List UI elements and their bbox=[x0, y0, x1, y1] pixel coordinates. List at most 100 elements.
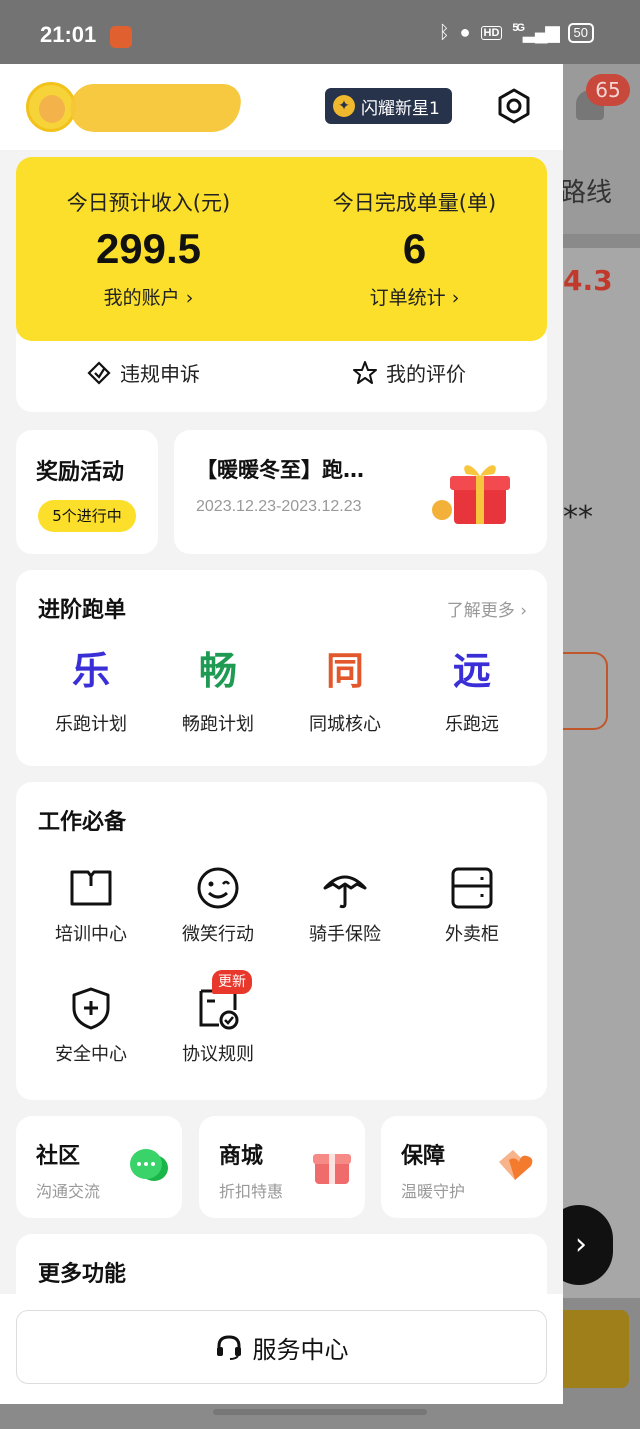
appeal-icon bbox=[87, 360, 111, 385]
learn-more-link[interactable]: 了解更多 › bbox=[447, 596, 527, 621]
advanced-orders-card: 进阶跑单 了解更多 › 乐 乐跑计划 畅 畅跑计划 同 同城核心 远 乐跑远 bbox=[16, 570, 547, 766]
home-indicator[interactable] bbox=[213, 1409, 427, 1415]
appeal-button[interactable]: 违规申诉 bbox=[86, 358, 200, 387]
agreement-rules-label: 协议规则 bbox=[182, 1044, 254, 1065]
umbrella-icon bbox=[323, 875, 367, 909]
app-notification-icon bbox=[110, 26, 132, 48]
rider-insurance-label: 骑手保险 bbox=[309, 924, 381, 945]
safety-center-item[interactable]: 安全中心 bbox=[31, 986, 151, 1066]
my-rating-label: 我的评价 bbox=[386, 362, 466, 386]
side-drawer: ✦ 闪耀新星1 违规申诉 我的评价 今日预计收入(元) 299.5 我的账户 ›… bbox=[0, 64, 563, 1404]
smile-action-label: 微笑行动 bbox=[182, 924, 254, 945]
income-label: 今日预计收入(元) bbox=[66, 191, 231, 215]
orders-column: 今日完成单量(单) 6 订单统计 › bbox=[282, 157, 547, 341]
appeal-rating-row: 违规申诉 我的评价 bbox=[16, 334, 547, 412]
signal-icon: 5G▂▄▆ bbox=[512, 22, 559, 42]
adv-item-yuan[interactable]: 远 乐跑远 bbox=[412, 648, 532, 736]
community-card[interactable]: 社区 沟通交流 bbox=[16, 1116, 182, 1218]
avatar[interactable] bbox=[26, 82, 76, 132]
background-route-text: 路线 bbox=[560, 178, 613, 208]
shield-icon bbox=[72, 987, 110, 1030]
orders-value: 6 bbox=[402, 225, 427, 272]
gift-icon bbox=[432, 465, 510, 524]
adv-tong-icon: 同 bbox=[325, 649, 364, 693]
level-badge[interactable]: ✦ 闪耀新星1 bbox=[325, 88, 452, 124]
promo-dates: 2023.12.23-2023.12.23 bbox=[196, 498, 362, 515]
safety-center-label: 安全中心 bbox=[55, 1044, 127, 1065]
adv-item-chang[interactable]: 畅 畅跑计划 bbox=[158, 648, 278, 736]
update-badge: 更新 bbox=[212, 970, 252, 994]
promo-title: 【暖暖冬至】跑… bbox=[196, 458, 364, 482]
service-center-label: 服务中心 bbox=[252, 1335, 349, 1364]
food-locker-label: 外卖柜 bbox=[445, 924, 499, 945]
adv-yuan-label: 乐跑远 bbox=[445, 714, 499, 735]
promo-banner[interactable]: 【暖暖冬至】跑… 2023.12.23-2023.12.23 bbox=[174, 430, 547, 554]
gift-box-icon bbox=[313, 1154, 351, 1184]
community-subtitle: 沟通交流 bbox=[36, 1182, 101, 1201]
smile-action-item[interactable]: 微笑行动 bbox=[158, 866, 278, 946]
smile-icon bbox=[197, 867, 239, 909]
protection-card[interactable]: 保障 温暖守护 bbox=[381, 1116, 547, 1218]
income-card: 今日预计收入(元) 299.5 我的账户 › 今日完成单量(单) 6 订单统计 … bbox=[16, 157, 547, 341]
battery-icon: 50 bbox=[567, 22, 594, 43]
locker-icon bbox=[451, 867, 493, 909]
drawer-header: ✦ 闪耀新星1 bbox=[0, 64, 563, 150]
reward-activity-card[interactable]: 奖励活动 5个进行中 bbox=[16, 430, 158, 554]
income-value: 299.5 bbox=[95, 225, 202, 272]
status-icons: ᛒ ● HD 5G▂▄▆ 50 bbox=[439, 22, 594, 43]
settings-icon[interactable] bbox=[496, 88, 532, 124]
headset-icon bbox=[216, 1335, 241, 1360]
book-icon bbox=[70, 870, 112, 906]
star-icon: ✦ bbox=[333, 95, 355, 117]
shop-card[interactable]: 商城 折扣特惠 bbox=[199, 1116, 365, 1218]
background-rating: 4.3 bbox=[563, 264, 613, 297]
background-outline-button bbox=[560, 652, 608, 730]
appeal-label: 违规申诉 bbox=[120, 362, 200, 386]
reward-count-badge: 5个进行中 bbox=[38, 500, 136, 532]
training-center-label: 培训中心 bbox=[55, 924, 127, 945]
heart-tag-icon bbox=[499, 1150, 533, 1180]
more-features-title: 更多功能 bbox=[38, 1262, 127, 1287]
community-title: 社区 bbox=[36, 1144, 81, 1169]
shop-subtitle: 折扣特惠 bbox=[219, 1182, 284, 1201]
level-badge-label: 闪耀新星1 bbox=[361, 98, 440, 119]
orders-label: 今日完成单量(单) bbox=[332, 191, 497, 215]
status-bar: 21:01 ᛒ ● HD 5G▂▄▆ 50 bbox=[0, 0, 640, 64]
work-essentials-card: 工作必备 培训中心 微笑行动 骑手保险 外卖柜 安全中心 协议规则 更新 bbox=[16, 782, 547, 1100]
notification-badge: 65 bbox=[586, 74, 630, 106]
adv-chang-icon: 畅 bbox=[198, 649, 237, 693]
adv-tong-label: 同城核心 bbox=[309, 714, 381, 735]
reward-title: 奖励活动 bbox=[36, 460, 125, 485]
order-stats-link[interactable]: 订单统计 › bbox=[282, 283, 547, 310]
shop-title: 商城 bbox=[219, 1144, 264, 1169]
rider-insurance-item[interactable]: 骑手保险 bbox=[285, 866, 405, 946]
adv-le-label: 乐跑计划 bbox=[55, 714, 127, 735]
training-center-item[interactable]: 培训中心 bbox=[31, 866, 151, 946]
income-column: 今日预计收入(元) 299.5 我的账户 › bbox=[16, 157, 281, 341]
protection-subtitle: 温暖守护 bbox=[401, 1182, 466, 1201]
adv-le-icon: 乐 bbox=[71, 649, 110, 693]
service-bar: 服务中心 bbox=[0, 1294, 563, 1404]
background-panel bbox=[563, 248, 640, 1298]
background-stars: ** bbox=[563, 500, 593, 535]
service-center-button[interactable]: 服务中心 bbox=[16, 1310, 547, 1384]
adv-item-le[interactable]: 乐 乐跑计划 bbox=[31, 648, 151, 736]
agreement-rules-item[interactable]: 协议规则 bbox=[158, 986, 278, 1066]
advanced-title: 进阶跑单 bbox=[38, 598, 127, 623]
star-outline-icon bbox=[353, 360, 377, 384]
protection-title: 保障 bbox=[401, 1144, 446, 1169]
food-locker-item[interactable]: 外卖柜 bbox=[412, 866, 532, 946]
work-title: 工作必备 bbox=[38, 810, 127, 835]
my-account-link[interactable]: 我的账户 › bbox=[16, 283, 281, 310]
location-icon: ● bbox=[459, 22, 471, 42]
redacted-username bbox=[64, 84, 246, 132]
adv-yuan-icon: 远 bbox=[452, 649, 491, 693]
adv-chang-label: 畅跑计划 bbox=[182, 714, 254, 735]
hd-icon: HD bbox=[480, 25, 503, 40]
adv-item-tong[interactable]: 同 同城核心 bbox=[285, 648, 405, 736]
background-yellow-button bbox=[563, 1310, 629, 1388]
my-rating-button[interactable]: 我的评价 bbox=[352, 358, 466, 387]
bluetooth-icon: ᛒ bbox=[438, 22, 450, 42]
chat-icon bbox=[130, 1149, 168, 1181]
status-time: 21:01 bbox=[40, 22, 97, 47]
